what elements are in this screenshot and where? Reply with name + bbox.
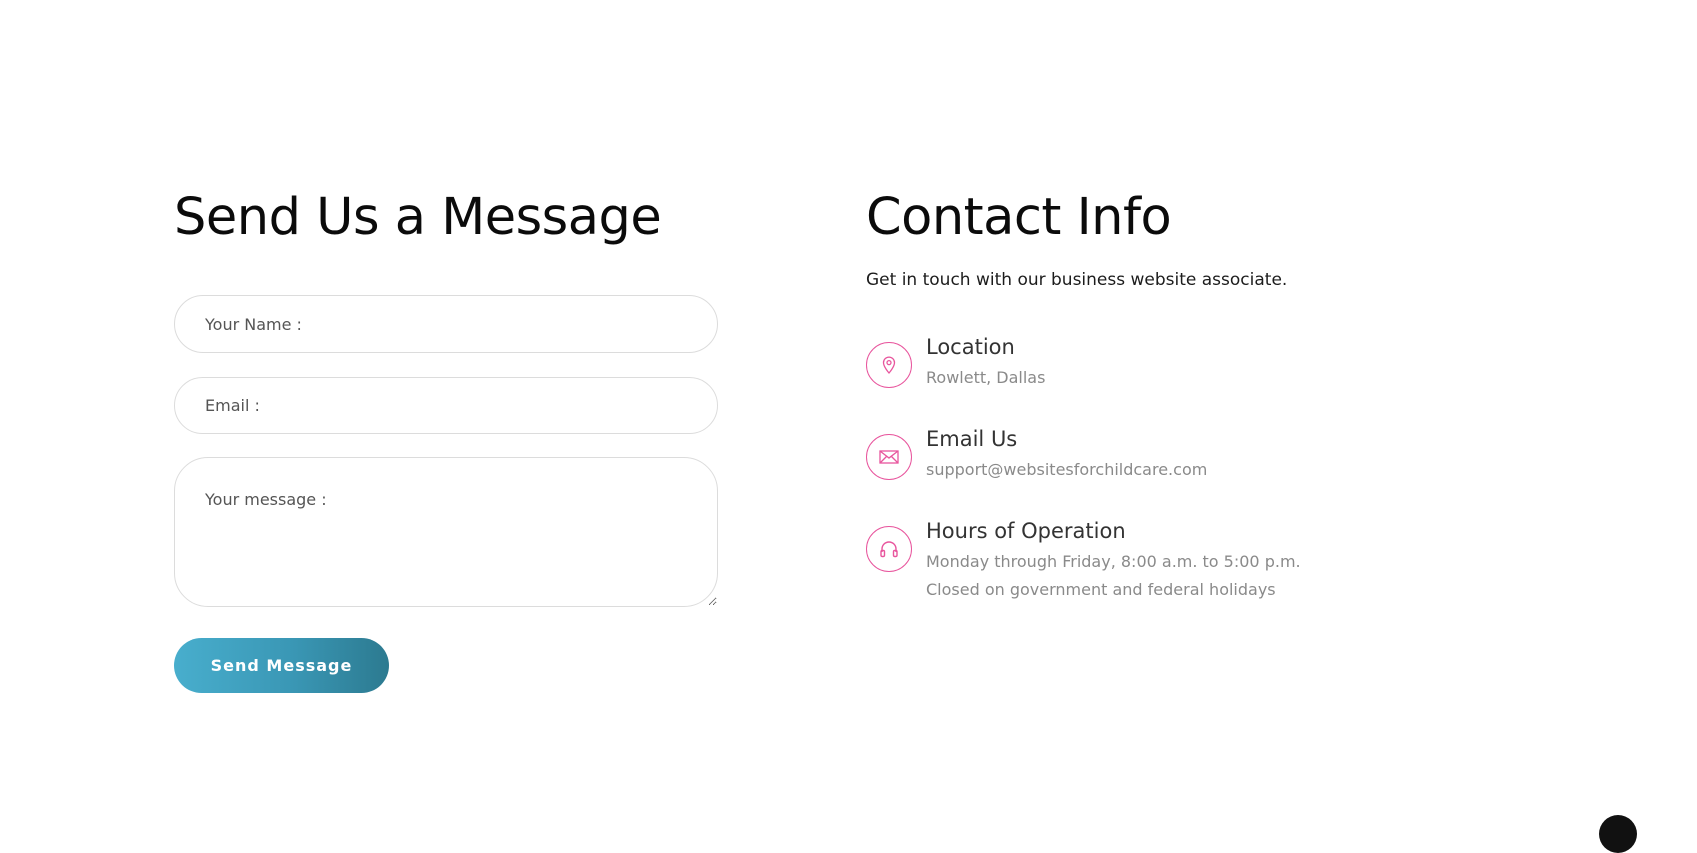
location-title: Location <box>926 335 1015 359</box>
contact-info-title: Contact Info <box>866 188 1172 247</box>
form-title: Send Us a Message <box>174 188 662 247</box>
contact-form-section: Send Us a Message Send Message <box>174 180 718 693</box>
email-address: support@websitesforchildcare.com <box>926 460 1208 479</box>
hours-title: Hours of Operation <box>926 519 1126 543</box>
hours-holidays: Closed on government and federal holiday… <box>926 580 1276 599</box>
send-message-button[interactable]: Send Message <box>174 638 389 693</box>
map-pin-icon <box>866 342 912 388</box>
floating-action-button[interactable] <box>1599 815 1637 853</box>
headphones-icon <box>866 526 912 572</box>
name-input[interactable] <box>174 295 718 353</box>
email-input[interactable] <box>174 377 718 434</box>
contact-info-subtitle: Get in touch with our business website a… <box>866 270 1288 290</box>
message-textarea[interactable] <box>174 457 718 607</box>
envelope-icon <box>866 434 912 480</box>
email-title: Email Us <box>926 427 1018 451</box>
location-text: Rowlett, Dallas <box>926 368 1046 387</box>
hours-weekdays: Monday through Friday, 8:00 a.m. to 5:00… <box>926 552 1301 571</box>
contact-info-section: Contact Info Get in touch with our busin… <box>866 180 1486 599</box>
